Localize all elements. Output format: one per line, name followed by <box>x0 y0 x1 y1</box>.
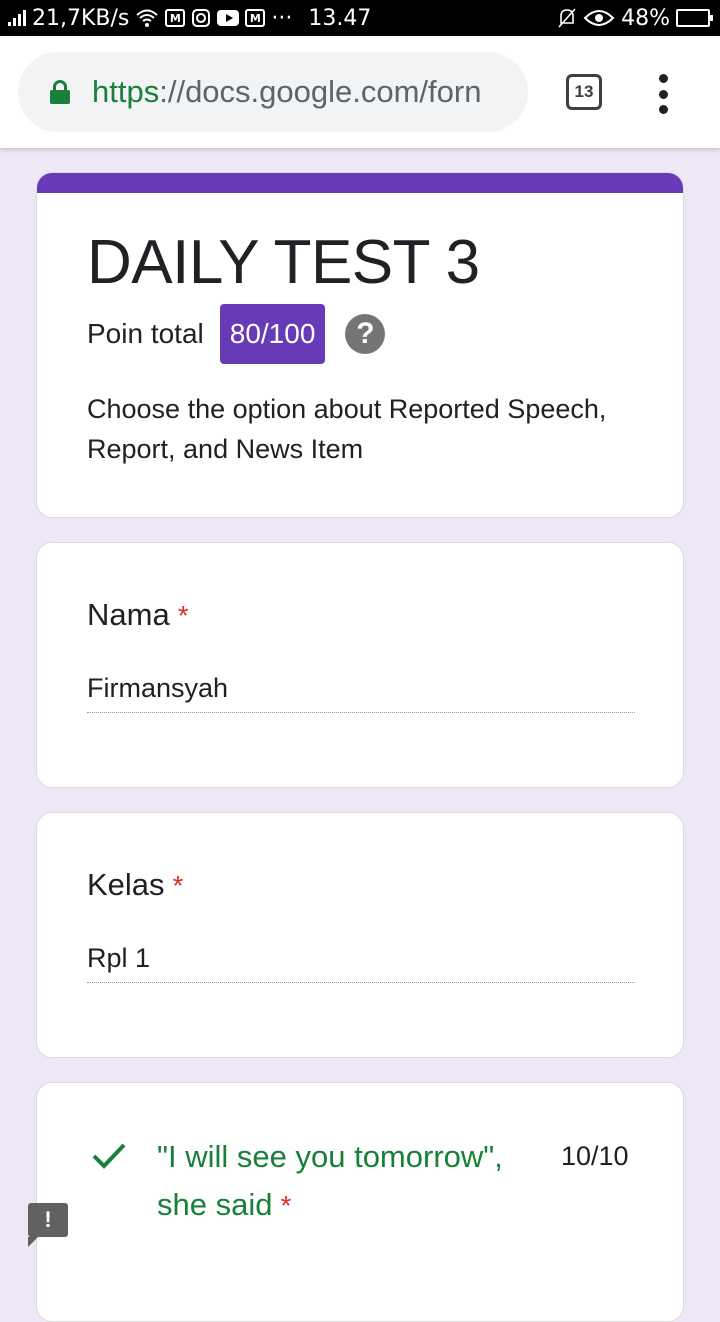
question-card-kelas: Kelas * Rpl 1 <box>36 812 684 1058</box>
tab-switcher-button[interactable]: 13 <box>566 74 602 110</box>
question-title: Kelas * <box>87 867 183 903</box>
question-title-text: Nama <box>87 597 170 632</box>
url-scheme: https <box>92 74 160 109</box>
form-header-card: DAILY TEST 3 Poin total 80/100 ? Choose … <box>36 172 684 518</box>
form-description: Choose the option about Reported Speech,… <box>87 394 607 464</box>
check-icon <box>92 1143 126 1169</box>
net-speed: 21,7KB/s <box>32 5 130 31</box>
report-feedback-icon[interactable]: ! <box>28 1203 68 1247</box>
signal-icon <box>8 10 26 26</box>
mute-icon <box>557 7 577 29</box>
question-title: "I will see you tomorrow", she said * <box>157 1133 537 1230</box>
accent-bar <box>37 173 683 193</box>
question-title-text: "I will see you tomorrow", she said <box>157 1139 503 1222</box>
lock-icon[interactable] <box>50 80 70 104</box>
overflow-menu-icon[interactable] <box>650 74 676 114</box>
url-host: docs.google.com/forn <box>185 74 482 109</box>
browser-toolbar: https://docs.google.com/forn 13 <box>0 36 720 148</box>
question-title: Nama * <box>87 597 189 633</box>
required-asterisk: * <box>177 600 189 631</box>
question-score: 10/10 <box>561 1141 629 1171</box>
question-title-text: Kelas <box>87 867 165 902</box>
battery-percent: 48% <box>621 5 670 31</box>
clock: 13.47 <box>308 5 372 31</box>
wifi-icon <box>135 8 159 28</box>
mail-icon: M <box>245 9 266 27</box>
url-separator: :// <box>159 74 186 109</box>
more-notifications-icon: ··· <box>271 5 293 31</box>
status-bar: 21,7KB/s M M ··· 13.47 48% <box>0 0 720 36</box>
question-card-3: "I will see you tomorrow", she said * 10/… <box>36 1082 684 1322</box>
url-text[interactable]: https://docs.google.com/forn <box>92 74 481 110</box>
youtube-icon <box>217 10 240 26</box>
points-label: Poin total <box>87 318 204 349</box>
instagram-icon <box>191 8 211 28</box>
points-badge: 80/100 <box>219 304 326 364</box>
address-bar[interactable]: https://docs.google.com/forn <box>18 52 528 132</box>
gmail-icon: M <box>165 9 186 27</box>
help-icon[interactable]: ? <box>345 314 386 354</box>
required-asterisk: * <box>172 870 184 901</box>
answer-field-nama[interactable]: Firmansyah <box>87 673 635 713</box>
battery-icon <box>676 9 713 27</box>
eye-icon <box>583 8 615 28</box>
form-title: DAILY TEST 3 <box>87 228 480 297</box>
points-row: Poin total 80/100 ? <box>87 303 386 365</box>
question-card-nama: Nama * Firmansyah <box>36 542 684 788</box>
required-asterisk: * <box>280 1190 292 1221</box>
answer-field-kelas[interactable]: Rpl 1 <box>87 943 635 983</box>
